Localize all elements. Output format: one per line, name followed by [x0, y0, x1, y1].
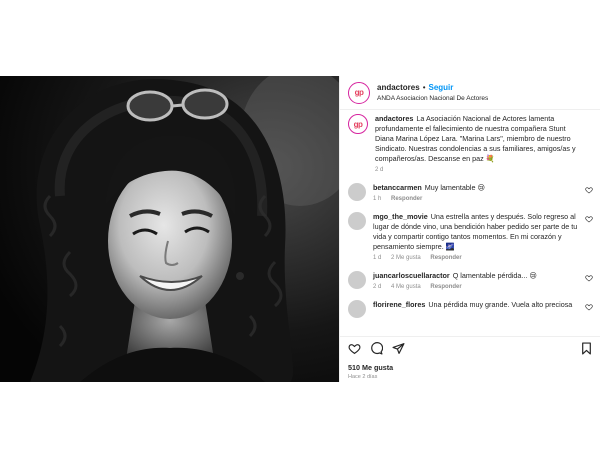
post-header: gp andactores • Seguir ANDA Asociacion Nac…	[340, 76, 600, 110]
portrait-image	[0, 76, 339, 382]
post-side-panel: gp andactores • Seguir ANDA Asociacion Nac…	[339, 76, 600, 382]
comment-body: betanccarmen Muy lamentable 😢 1 h Respond…	[373, 183, 578, 202]
caption-body: andactores La Asociación Nacional de Acto…	[375, 114, 580, 173]
comment-like-icon[interactable]	[585, 303, 593, 311]
comment-text-block: mgo_the_movie Una estrella antes y despué…	[373, 212, 578, 252]
author-subtitle: ANDA Asociacion Nacional De Actores	[377, 94, 489, 102]
follow-button[interactable]: Seguir	[429, 83, 454, 92]
comment-body: mgo_the_movie Una estrella antes y despué…	[373, 212, 578, 261]
comment-item: juancarloscuellaractor Q lamentable pérdi…	[348, 271, 593, 290]
action-icons	[348, 342, 405, 355]
commenter-avatar[interactable]	[348, 300, 366, 318]
comment-like-icon[interactable]	[585, 186, 593, 194]
comment-like-icon[interactable]	[585, 215, 593, 223]
comment-text-block: florirene_flores Una pérdida muy grande. …	[373, 300, 578, 310]
post-time: Hace 2 días	[348, 374, 378, 380]
likes-count[interactable]: 510 Me gusta	[348, 363, 393, 372]
comment-meta: 2 d 4 Me gusta Responder	[373, 284, 578, 290]
commenter-avatar[interactable]	[348, 183, 366, 201]
comment-likes[interactable]: 2 Me gusta	[391, 255, 421, 261]
commenter-avatar[interactable]	[348, 271, 366, 289]
bookmark-icon[interactable]	[580, 342, 593, 355]
heart-icon[interactable]	[348, 342, 361, 355]
comment-username[interactable]: juancarloscuellaractor	[373, 271, 450, 280]
commenter-avatar[interactable]	[348, 212, 366, 230]
comment-time: 2 d	[373, 284, 382, 290]
comment-username[interactable]: florirene_flores	[373, 300, 425, 309]
caption-username[interactable]: andactores	[375, 114, 413, 123]
comment-body: florirene_flores Una pérdida muy grande. …	[373, 300, 578, 318]
comment-time: 1 h	[373, 196, 382, 202]
comment-item: florirene_flores Una pérdida muy grande. …	[348, 300, 593, 318]
comment-item: betanccarmen Muy lamentable 😢 1 h Respond…	[348, 183, 593, 202]
caption: gp andactores La Asociación Nacional de A…	[348, 114, 593, 173]
comment-time: 1 d	[373, 255, 382, 261]
caption-meta: 2 d	[375, 167, 580, 173]
comment-username[interactable]: mgo_the_movie	[373, 212, 428, 221]
caption-text-block: andactores La Asociación Nacional de Acto…	[375, 114, 580, 164]
comment-item: mgo_the_movie Una estrella antes y despué…	[348, 212, 593, 261]
comment-likes[interactable]: 4 Me gusta	[391, 284, 421, 290]
comment-meta: 1 h Responder	[373, 196, 578, 202]
reply-button[interactable]: Responder	[391, 196, 422, 202]
comment-text-block: juancarloscuellaractor Q lamentable pérdi…	[373, 271, 578, 281]
post-photo[interactable]	[0, 76, 339, 382]
author-username[interactable]: andactores	[377, 83, 420, 92]
caption-avatar[interactable]: gp	[348, 114, 368, 134]
author-info: andactores • Seguir ANDA Asociacion Nacion…	[377, 82, 488, 104]
post-actions: 510 Me gusta Hace 2 días	[340, 336, 600, 382]
caption-avatar-logo: gp	[353, 119, 363, 129]
reply-button[interactable]: Responder	[430, 284, 461, 290]
comment-icon[interactable]	[370, 342, 383, 355]
separator-dot: •	[422, 82, 426, 92]
comments-list[interactable]: gp andactores La Asociación Nacional de A…	[340, 114, 600, 336]
comment-text: Muy lamentable 😢	[424, 183, 485, 192]
comment-text: Q lamentable pérdida... 😢	[452, 271, 537, 280]
comment-text-block: betanccarmen Muy lamentable 😢	[373, 183, 578, 193]
author-avatar[interactable]: gp	[348, 81, 370, 104]
comment-like-icon[interactable]	[585, 274, 593, 282]
share-icon[interactable]	[392, 342, 405, 355]
author-line: andactores • Seguir	[377, 82, 488, 93]
comment-meta: 1 d 2 Me gusta Responder	[373, 255, 578, 261]
reply-button[interactable]: Responder	[430, 255, 461, 261]
comment-text: Una pérdida muy grande. Vuela alto preci…	[428, 300, 573, 309]
comment-username[interactable]: betanccarmen	[373, 183, 422, 192]
caption-time: 2 d	[375, 167, 384, 173]
instagram-post: gp andactores • Seguir ANDA Asociacion Nac…	[0, 76, 600, 382]
comment-body: juancarloscuellaractor Q lamentable pérdi…	[373, 271, 578, 290]
author-avatar-logo: gp	[354, 88, 364, 97]
